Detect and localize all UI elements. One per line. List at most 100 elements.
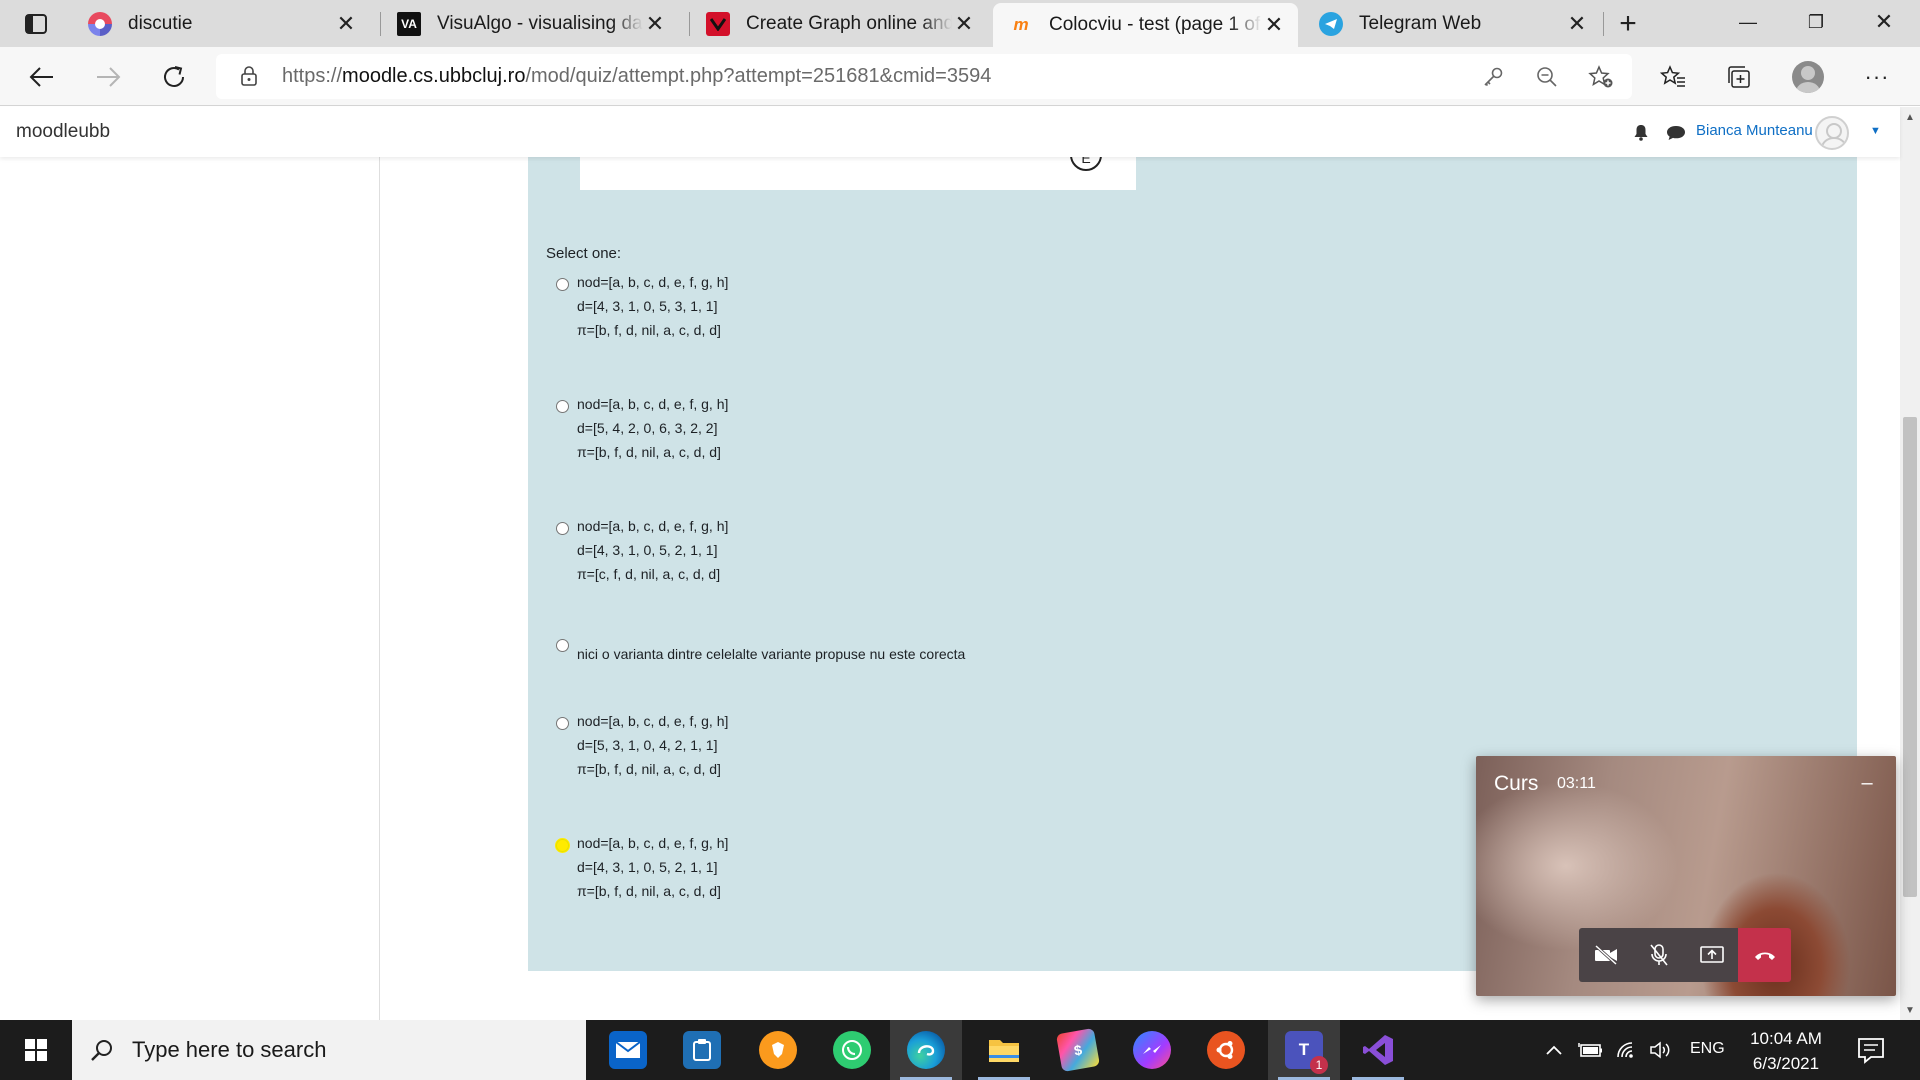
battery-plugged-icon[interactable] [1578, 1038, 1604, 1062]
user-avatar[interactable] [1815, 116, 1849, 150]
url-text[interactable]: https://moodle.cs.ubbcluj.ro/mod/quiz/at… [282, 65, 991, 88]
brave-browser-icon[interactable] [742, 1020, 814, 1080]
add-favorite-star-icon[interactable] [1586, 62, 1616, 92]
search-placeholder: Type here to search [132, 1037, 327, 1062]
scrollbar-thumb[interactable] [1903, 417, 1917, 897]
notifications-bell-icon[interactable] [1632, 123, 1650, 141]
start-windows-icon[interactable] [0, 1020, 72, 1080]
new-tab-plus-icon[interactable]: + [1610, 7, 1646, 40]
file-explorer-icon[interactable] [968, 1020, 1040, 1080]
zoom-out-icon[interactable] [1532, 62, 1562, 92]
tab-colocviu[interactable]: m Colocviu - test (page 1 of ✕ [993, 3, 1298, 47]
scroll-down-arrow-icon[interactable]: ▼ [1900, 1000, 1920, 1020]
volume-icon[interactable] [1648, 1038, 1674, 1062]
close-tab-icon[interactable]: ✕ [1262, 12, 1286, 37]
key-icon[interactable] [1478, 62, 1508, 92]
input-language[interactable]: ENG [1690, 1040, 1725, 1058]
answer-pi: π=[b, f, d, nil, a, c, d, d] [577, 883, 721, 899]
messenger-icon[interactable] [1116, 1020, 1188, 1080]
clock-time: 10:04 AM [1750, 1029, 1822, 1048]
close-tab-icon[interactable]: ✕ [334, 11, 358, 36]
answer-nod: nod=[a, b, c, d, e, f, g, h] [577, 396, 729, 412]
windows-taskbar: Type here to search $ T 1 ENG 10:04 AM 6… [0, 1020, 1920, 1080]
store-app-icon[interactable] [666, 1020, 738, 1080]
answer-radio[interactable] [556, 717, 569, 730]
user-menu-name[interactable]: Bianca Munteanu [1696, 122, 1813, 139]
moodle-navbar: moodleubb Bianca Munteanu ▼ [0, 107, 1900, 157]
answer-radio[interactable] [556, 839, 569, 852]
browser-profile-avatar[interactable] [1792, 61, 1824, 93]
tab-create-graph[interactable]: Create Graph online and find shortest pa… [690, 0, 988, 47]
tab-title: discutie [128, 12, 193, 34]
answer-d: d=[5, 4, 2, 0, 6, 3, 2, 2] [577, 420, 718, 436]
scroll-up-arrow-icon[interactable]: ▲ [1900, 107, 1920, 127]
taskbar-clock[interactable]: 10:04 AM 6/3/2021 [1740, 1026, 1832, 1076]
answer-d: d=[5, 3, 1, 0, 4, 2, 1, 1] [577, 737, 718, 753]
camera-off-icon[interactable] [1579, 928, 1632, 982]
forward-arrow-icon[interactable] [88, 57, 128, 97]
page-scrollbar[interactable]: ▲ ▼ [1900, 107, 1920, 1020]
teams-icon[interactable]: T 1 [1268, 1020, 1340, 1080]
close-tab-icon[interactable]: ✕ [1565, 11, 1589, 36]
sidebar-divider [379, 157, 380, 1020]
url-path: /mod/quiz/attempt.php?attempt=251681&cmi… [525, 65, 992, 87]
tab-visualgo[interactable]: VA VisuAlgo - visualising data structure… [381, 0, 679, 47]
tab-title: Create Graph online and find shortest pa… [746, 12, 952, 34]
taskbar-search-box[interactable]: Type here to search [72, 1020, 586, 1080]
answer-pi: π=[b, f, d, nil, a, c, d, d] [577, 761, 721, 777]
back-arrow-icon[interactable] [22, 57, 62, 97]
answer-radio[interactable] [556, 522, 569, 535]
answer-nod: nod=[a, b, c, d, e, f, g, h] [577, 518, 729, 534]
browser-tab-strip: discutie ✕ VA VisuAlgo - visualising dat… [0, 0, 1920, 47]
tab-discutie[interactable]: discutie ✕ [72, 0, 370, 47]
answer-radio[interactable] [556, 400, 569, 413]
reload-icon[interactable] [154, 57, 194, 97]
mail-app-icon[interactable] [592, 1020, 664, 1080]
wifi-icon[interactable] [1614, 1038, 1640, 1062]
restore-window-icon[interactable]: ❐ [1784, 0, 1848, 44]
minimize-meeting-icon[interactable]: – [1852, 768, 1882, 798]
meeting-title: Curs [1494, 772, 1539, 795]
user-menu-caret-icon[interactable]: ▼ [1870, 125, 1881, 137]
graph-online-favicon-icon [706, 11, 730, 36]
teams-notification-badge: 1 [1310, 1056, 1328, 1074]
minimize-window-icon[interactable]: ― [1716, 0, 1780, 44]
share-screen-icon[interactable] [1685, 928, 1738, 982]
edge-browser-icon[interactable] [890, 1020, 962, 1080]
answer-pi: π=[b, f, d, nil, a, c, d, d] [577, 322, 721, 338]
close-tab-icon[interactable]: ✕ [952, 11, 976, 36]
answer-radio[interactable] [556, 278, 569, 291]
address-bar[interactable]: https://moodle.cs.ubbcluj.ro/mod/quiz/at… [216, 54, 1632, 99]
tab-actions-icon[interactable] [14, 10, 58, 38]
pixel-app-icon[interactable]: $ [1042, 1020, 1114, 1080]
clock-date: 6/3/2021 [1752, 1054, 1820, 1073]
favorites-icon[interactable] [1656, 60, 1690, 94]
close-window-icon[interactable]: ✕ [1852, 0, 1916, 44]
action-center-notification-icon[interactable] [1856, 1036, 1886, 1064]
messages-chat-icon[interactable] [1666, 125, 1686, 141]
mic-off-icon[interactable] [1632, 928, 1685, 982]
meeting-duration: 03:11 [1557, 775, 1596, 792]
moodle-favicon-icon: m [1013, 15, 1029, 34]
meeting-mini-window[interactable]: Curs 03:11 – [1476, 756, 1896, 996]
url-host: moodle.cs.ubbcluj.ro [342, 65, 526, 87]
collections-icon[interactable] [1722, 60, 1756, 94]
tab-title: Telegram Web [1359, 12, 1482, 34]
whatsapp-icon[interactable] [816, 1020, 888, 1080]
answer-d: d=[4, 3, 1, 0, 5, 3, 1, 1] [577, 298, 718, 314]
search-icon [91, 1040, 112, 1061]
url-scheme: https:// [282, 65, 343, 87]
answer-radio[interactable] [556, 639, 569, 652]
answer-nod: nod=[a, b, c, d, e, f, g, h] [577, 835, 729, 851]
more-options-icon[interactable]: ··· [1860, 60, 1894, 94]
answer-pi: π=[c, f, d, nil, a, c, d, d] [577, 566, 721, 582]
ubuntu-icon[interactable] [1190, 1020, 1262, 1080]
telegram-favicon-icon [1319, 11, 1343, 36]
visual-studio-icon[interactable] [1342, 1020, 1414, 1080]
close-tab-icon[interactable]: ✕ [643, 11, 667, 36]
tab-telegram[interactable]: Telegram Web ✕ [1303, 0, 1601, 47]
lock-icon[interactable] [240, 66, 258, 86]
site-brand[interactable]: moodleubb [16, 121, 110, 143]
hang-up-icon[interactable] [1738, 928, 1791, 982]
show-hidden-icons-chevron-icon[interactable] [1541, 1038, 1567, 1062]
